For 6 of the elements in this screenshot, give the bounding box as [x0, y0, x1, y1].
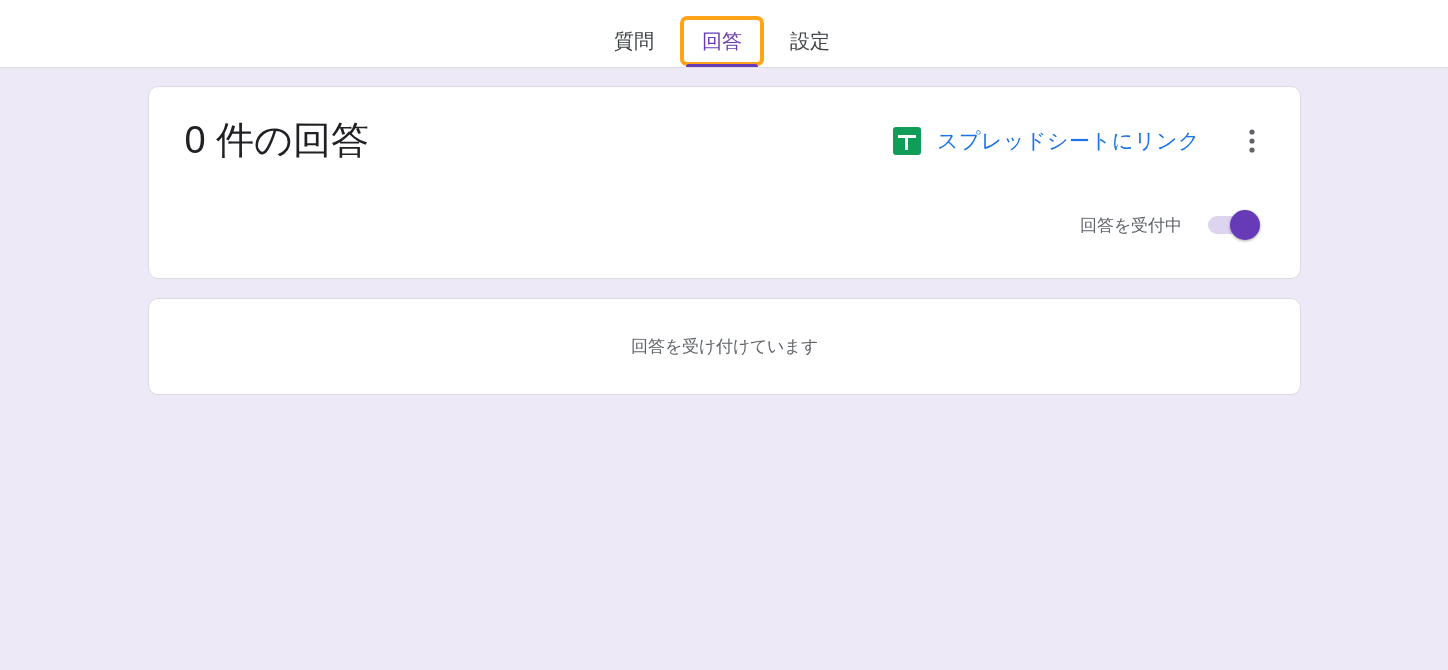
tab[interactable]: 回答 — [680, 16, 764, 66]
spreadsheet-link[interactable]: スプレッドシートにリンク — [892, 126, 1200, 155]
response-count-title: 0 件の回答 — [184, 118, 370, 163]
status-message: 回答を受け付けています — [630, 336, 818, 358]
accepting-label: 回答を受付中 — [1079, 214, 1182, 237]
spreadsheet-icon — [892, 126, 921, 155]
